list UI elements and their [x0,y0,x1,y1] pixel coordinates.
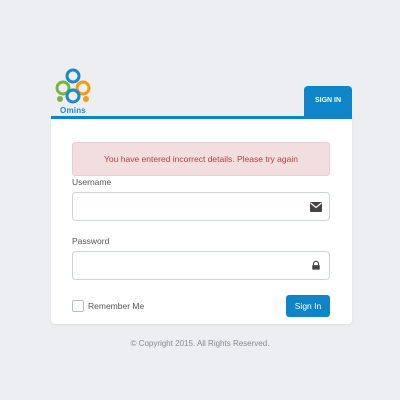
username-field-wrapper [72,192,330,221]
password-label: Password [72,236,110,246]
username-label: Username [72,177,112,187]
error-alert: You have entered incorrect details. Plea… [72,142,330,176]
sign-in-button[interactable]: Sign In [286,295,330,317]
lock-icon [312,260,320,270]
envelope-icon [310,202,322,212]
remember-me-label: Remember Me [88,301,145,311]
remember-me-checkbox[interactable] [72,300,84,312]
password-input[interactable] [73,252,329,279]
username-input[interactable] [73,193,329,220]
omins-logo: Omins [52,66,94,116]
remember-me: Remember Me [72,300,144,312]
password-field-wrapper [72,251,330,280]
logo-text: Omins [60,106,86,115]
logo-mark-icon [55,68,91,104]
login-card: You have entered incorrect details. Plea… [51,116,352,324]
copyright-footer: © Copyright 2015. All Rights Reserved. [130,339,270,348]
tab-sign-in[interactable]: SIGN IN [304,86,352,116]
